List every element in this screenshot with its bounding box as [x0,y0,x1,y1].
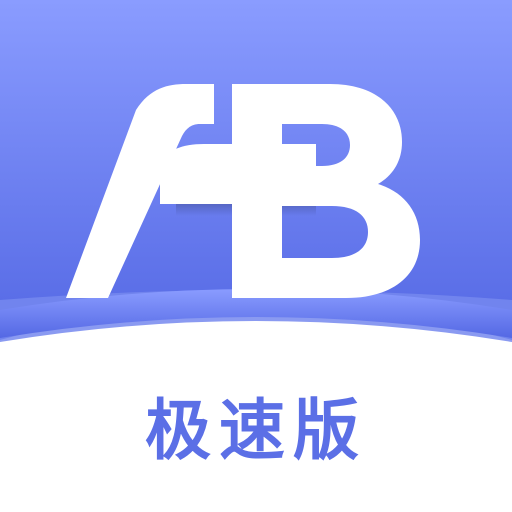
caption-container: 极速版 [0,386,512,476]
app-caption: 极速版 [145,392,367,469]
app-icon: 极速版 [0,0,512,512]
letter-b [232,84,420,298]
